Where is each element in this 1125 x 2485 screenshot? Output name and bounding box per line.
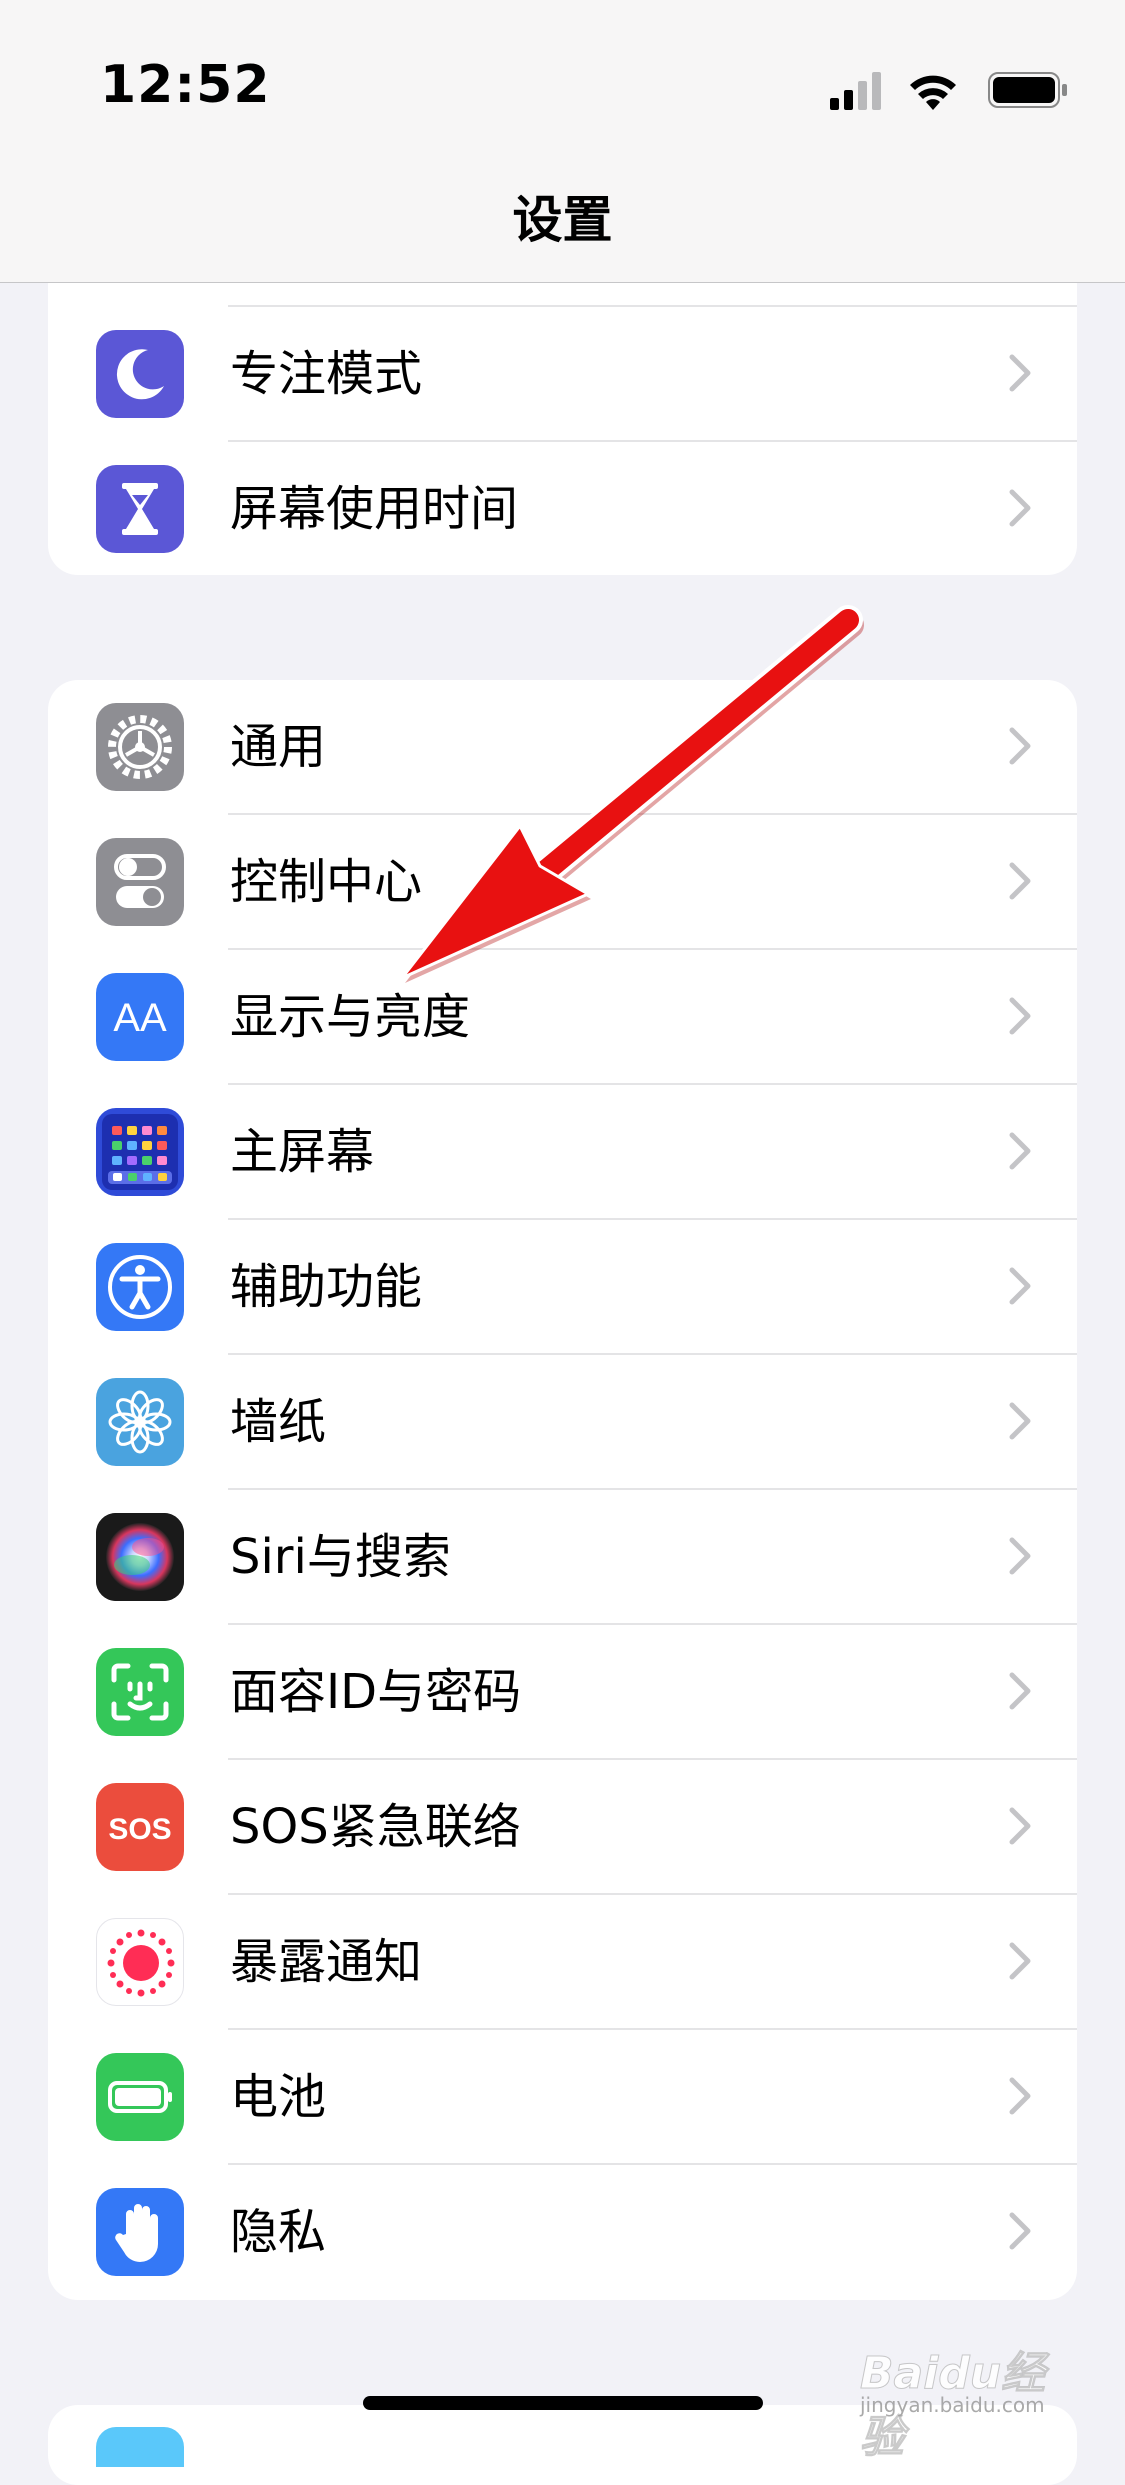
settings-row-wallpaper[interactable]: 墙纸	[48, 1355, 1077, 1490]
page-title: 设置	[512, 191, 613, 249]
settings-row-accessibility[interactable]: 辅助功能	[48, 1220, 1077, 1355]
svg-text:SOS: SOS	[108, 1813, 171, 1846]
settings-row-label: 墙纸	[230, 1394, 327, 1450]
settings-row-control-center[interactable]: 控制中心	[48, 815, 1077, 950]
face-id-icon	[96, 1648, 184, 1736]
chevron-right-icon	[1009, 354, 1031, 392]
app-store-icon	[96, 2427, 184, 2467]
exposure-icon	[96, 1918, 184, 2006]
siri-icon	[96, 1513, 184, 1601]
chevron-right-icon	[1009, 1267, 1031, 1305]
settings-group-general: 通用 控制中心 AA 显示与亮度 主屏幕 辅助功能 墙纸 Siri与搜索 面容I…	[48, 680, 1077, 2300]
status-bar: 12:52	[0, 0, 1125, 180]
chevron-right-icon	[1009, 1672, 1031, 1710]
settings-row-label: 显示与亮度	[230, 989, 471, 1045]
settings-row-focus[interactable]: 专注模式	[48, 307, 1077, 442]
watermark: Baidu经验 jingyan.baidu.com	[860, 2325, 1080, 2464]
chevron-right-icon	[1009, 1942, 1031, 1980]
settings-row-general[interactable]: 通用	[48, 680, 1077, 815]
status-icons	[830, 68, 1070, 112]
moon-icon	[96, 330, 184, 418]
settings-row-privacy[interactable]: 隐私	[48, 2165, 1077, 2300]
battery-icon	[96, 2053, 184, 2141]
toggles-icon	[96, 838, 184, 926]
settings-row-emergency-sos[interactable]: SOS SOS紧急联络	[48, 1760, 1077, 1895]
svg-text:AA: AA	[113, 996, 167, 1040]
settings-row-label: 面容ID与密码	[230, 1664, 522, 1720]
accessibility-icon	[96, 1243, 184, 1331]
settings-row-face-id[interactable]: 面容ID与密码	[48, 1625, 1077, 1760]
chevron-right-icon	[1009, 2077, 1031, 2115]
settings-row-siri[interactable]: Siri与搜索	[48, 1490, 1077, 1625]
status-time: 12:52	[100, 55, 271, 115]
chevron-right-icon	[1009, 1537, 1031, 1575]
settings-row-display-brightness[interactable]: AA 显示与亮度	[48, 950, 1077, 1085]
chevron-right-icon	[1009, 2212, 1031, 2250]
settings-group-focus: 专注模式 屏幕使用时间	[48, 255, 1077, 575]
settings-row-label: 控制中心	[230, 854, 423, 910]
chevron-right-icon	[1009, 727, 1031, 765]
settings-row-label: 通用	[230, 719, 327, 775]
home-indicator[interactable]	[363, 2396, 763, 2410]
sos-icon: SOS	[96, 1783, 184, 1871]
text-size-icon: AA	[96, 973, 184, 1061]
cellular-signal-icon	[830, 72, 881, 110]
settings-row-label: 隐私	[230, 2204, 327, 2260]
hand-icon	[96, 2188, 184, 2276]
wifi-icon	[910, 75, 956, 110]
chevron-right-icon	[1009, 862, 1031, 900]
home-grid-icon	[96, 1108, 184, 1196]
settings-row-label: 辅助功能	[230, 1259, 423, 1315]
settings-row-label: Siri与搜索	[230, 1529, 451, 1585]
settings-row-label: 暴露通知	[230, 1934, 423, 1990]
chevron-right-icon	[1009, 489, 1031, 527]
chevron-right-icon	[1009, 997, 1031, 1035]
settings-row-label: SOS紧急联络	[230, 1799, 521, 1855]
chevron-right-icon	[1009, 1807, 1031, 1845]
settings-row-screen-time[interactable]: 屏幕使用时间	[48, 442, 1077, 575]
hourglass-icon	[96, 465, 184, 553]
settings-row-label: 专注模式	[230, 346, 423, 402]
settings-row-exposure-notifications[interactable]: 暴露通知	[48, 1895, 1077, 2030]
settings-row-battery[interactable]: 电池	[48, 2030, 1077, 2165]
flower-icon	[96, 1378, 184, 1466]
watermark-url: jingyan.baidu.com	[860, 2393, 1045, 2417]
gear-icon	[96, 703, 184, 791]
settings-row-home-screen[interactable]: 主屏幕	[48, 1085, 1077, 1220]
settings-row-label: 电池	[230, 2069, 327, 2125]
battery-icon-status	[988, 72, 1067, 108]
chevron-right-icon	[1009, 1132, 1031, 1170]
settings-row-label: 屏幕使用时间	[230, 481, 519, 537]
settings-row-label: 主屏幕	[230, 1124, 375, 1180]
chevron-right-icon	[1009, 1402, 1031, 1440]
